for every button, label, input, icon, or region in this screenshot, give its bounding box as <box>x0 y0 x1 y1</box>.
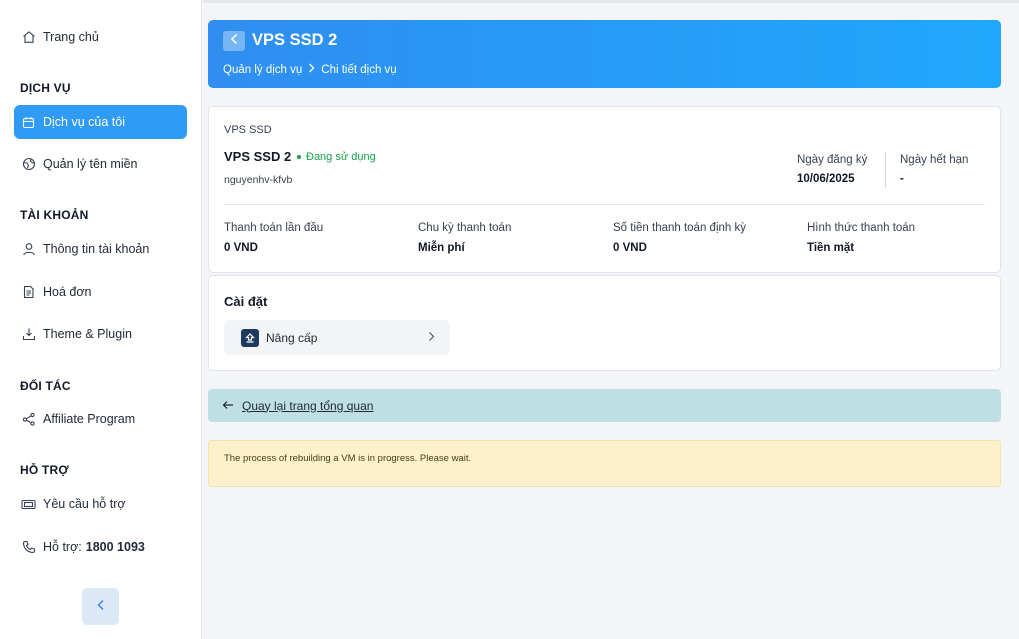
rebuild-alert: The process of rebuilding a VM is in pro… <box>208 440 1001 487</box>
main-content: VPS SSD 2 Quản lý dịch vụ Chi tiết dịch … <box>203 0 1019 639</box>
sidebar-collapse-button[interactable] <box>82 588 119 625</box>
billing-value: Tiền mặt <box>807 242 855 254</box>
register-date-label: Ngày đăng ký <box>797 154 868 166</box>
back-link-label: Quay lại trang tổng quan <box>242 398 374 413</box>
sidebar-item-account-info[interactable]: Thông tin tài khoản <box>14 232 187 266</box>
header-back-button[interactable] <box>223 31 245 51</box>
sidebar-item-label: Hoá đơn <box>43 285 92 299</box>
settings-card: Cài đặt Nâng cấp <box>208 275 1001 371</box>
upgrade-icon <box>241 328 259 347</box>
home-icon <box>21 30 36 45</box>
sidebar: Trang chủ DỊCH VỤ Dịch vụ của tôi Quản l… <box>0 0 202 639</box>
sidebar-item-my-services[interactable]: Dịch vụ của tôi <box>14 105 187 139</box>
chevron-left-icon <box>230 32 239 50</box>
expire-date-label: Ngày hết hạn <box>900 154 969 166</box>
sidebar-item-invoices[interactable]: Hoá đơn <box>14 275 187 309</box>
globe-icon <box>21 157 36 172</box>
status-text: Đang sử dụng <box>306 151 376 163</box>
sidebar-item-label: Trang chủ <box>43 30 99 44</box>
billing-label: Số tiền thanh toán định kỳ <box>613 222 746 234</box>
breadcrumb-item-services[interactable]: Quản lý dịch vụ <box>223 64 302 76</box>
upgrade-button[interactable]: Nâng cấp <box>224 320 450 355</box>
expire-date-value: - <box>900 173 904 185</box>
billing-value: Miễn phí <box>418 242 465 254</box>
service-username: nguyenhv-kfvb <box>224 174 293 186</box>
phone-icon <box>21 540 36 555</box>
service-category: VPS SSD <box>224 124 272 136</box>
user-icon <box>21 242 36 257</box>
chevron-right-icon <box>308 63 315 76</box>
service-name: VPS SSD 2 <box>224 149 292 164</box>
sidebar-item-label: Dịch vụ của tôi <box>43 115 125 129</box>
share-icon <box>21 412 36 427</box>
divider <box>224 204 985 205</box>
invoice-icon <box>21 285 36 300</box>
billing-label: Thanh toán lần đầu <box>224 222 324 234</box>
hotline-number: 1800 1093 <box>85 540 145 554</box>
breadcrumb: Quản lý dịch vụ Chi tiết dịch vụ <box>223 63 397 76</box>
sidebar-item-label: Yêu cầu hỗ trợ <box>43 497 126 511</box>
sidebar-item-label: Affiliate Program <box>43 412 136 426</box>
top-divider <box>203 0 1019 3</box>
calendar-icon <box>21 115 36 130</box>
page-title: VPS SSD 2 <box>252 31 338 49</box>
sidebar-item-support-request[interactable]: Yêu cầu hỗ trợ <box>14 487 187 521</box>
status-dot <box>297 155 301 159</box>
sidebar-item-domains[interactable]: Quản lý tên miền <box>14 147 187 181</box>
settings-title: Cài đặt <box>224 294 268 309</box>
section-title-account: TÀI KHOẢN <box>20 208 89 222</box>
divider <box>885 152 886 188</box>
hotline-label: Hỗ trợ: <box>43 540 82 554</box>
status-badge: Đang sử dụng <box>297 151 376 163</box>
back-to-overview-link[interactable]: Quay lại trang tổng quan <box>208 389 1001 422</box>
page-header: VPS SSD 2 Quản lý dịch vụ Chi tiết dịch … <box>208 20 1001 88</box>
billing-label: Chu kỳ thanh toán <box>418 222 512 234</box>
alert-text: The process of rebuilding a VM is in pro… <box>224 453 472 464</box>
register-date-value: 10/06/2025 <box>797 173 855 185</box>
sidebar-item-label: Quản lý tên miền <box>43 157 138 171</box>
sidebar-item-themes[interactable]: Theme & Plugin <box>14 317 187 351</box>
sidebar-item-label: Theme & Plugin <box>43 327 132 341</box>
sidebar-item-home[interactable]: Trang chủ <box>14 20 187 54</box>
section-title-services: DỊCH VỤ <box>20 81 71 95</box>
service-detail-card: VPS SSD VPS SSD 2 Đang sử dụng nguyenhv-… <box>208 106 1001 273</box>
billing-value: 0 VND <box>224 242 258 254</box>
billing-value: 0 VND <box>613 242 647 254</box>
billing-label: Hình thức thanh toán <box>807 222 916 234</box>
section-title-support: HỖ TRỢ <box>20 463 69 477</box>
sidebar-item-label: Thông tin tài khoản <box>43 242 150 256</box>
download-icon <box>21 327 36 342</box>
sidebar-item-affiliate[interactable]: Affiliate Program <box>14 402 187 436</box>
ticket-icon <box>21 497 36 512</box>
breadcrumb-item-detail: Chi tiết dịch vụ <box>321 63 397 76</box>
chevron-right-icon <box>428 331 435 345</box>
sidebar-item-hotline[interactable]: Hỗ trợ: 1800 1093 <box>14 530 187 564</box>
chevron-left-icon <box>96 598 106 616</box>
upgrade-label: Nâng cấp <box>266 330 318 345</box>
section-title-partners: ĐỐI TÁC <box>20 379 71 393</box>
arrow-left-icon <box>222 399 234 413</box>
